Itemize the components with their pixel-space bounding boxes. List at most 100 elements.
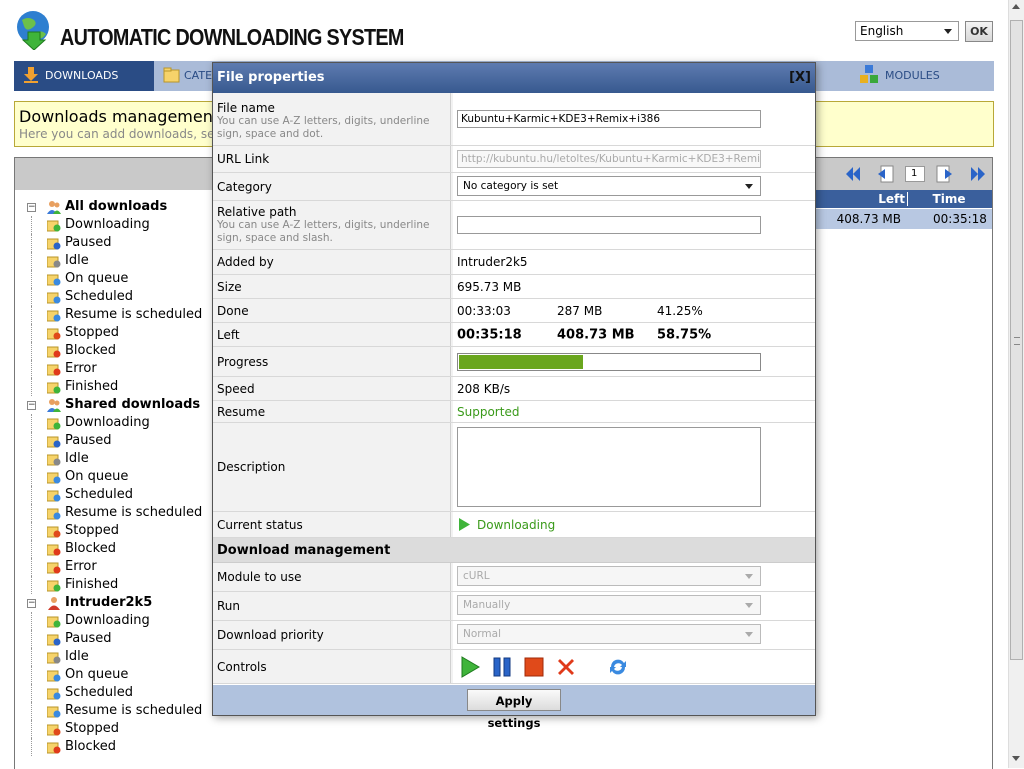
left-row: Left 00:35:18 408.73 MB 58.75% xyxy=(213,323,815,347)
left-amount: 408.73 MB xyxy=(557,327,635,342)
tree-item-label: Stopped xyxy=(65,523,120,538)
delete-icon[interactable] xyxy=(555,656,577,678)
tree-connector xyxy=(31,360,32,378)
added-by-label: Added by xyxy=(217,255,274,269)
done-percent: 41.25% xyxy=(657,303,703,318)
run-select[interactable]: Manually xyxy=(457,595,761,615)
folder-icon xyxy=(163,67,180,83)
language-ok-button[interactable]: OK xyxy=(965,21,993,42)
folder-status-icon xyxy=(47,256,61,268)
scroll-up-arrow-icon[interactable] xyxy=(1012,4,1020,9)
done-label-cell: Done xyxy=(213,299,451,322)
tree-connector xyxy=(31,378,32,396)
tree-item-label: Finished xyxy=(65,379,119,394)
module-select-value: cURL xyxy=(463,570,490,582)
file-name-hint: You can use A-Z letters, digits, underli… xyxy=(217,115,430,140)
relative-path-input[interactable] xyxy=(457,216,761,234)
tree-item-label: Resume is scheduled xyxy=(65,505,203,520)
progress-label-cell: Progress xyxy=(213,347,451,376)
size-value: 695.73 MB xyxy=(457,279,522,294)
tree-connector xyxy=(31,270,32,288)
size-value-cell: 695.73 MB xyxy=(453,275,815,298)
stop-icon[interactable] xyxy=(523,656,545,678)
folder-status-icon xyxy=(47,310,61,322)
next-page-icon[interactable] xyxy=(935,164,955,184)
tree-item-label: On queue xyxy=(65,469,129,484)
last-page-icon[interactable] xyxy=(968,164,988,184)
folder-status-icon xyxy=(47,634,61,646)
dialog-close-button[interactable]: [X] xyxy=(789,70,811,85)
page-scrollbar[interactable] xyxy=(1008,0,1024,768)
folder-status-icon xyxy=(47,724,61,736)
collapse-toggle-icon[interactable]: − xyxy=(27,599,36,608)
scroll-down-arrow-icon[interactable] xyxy=(1012,756,1020,761)
nav-tab-categories[interactable]: CATE xyxy=(159,61,219,91)
page-number-input[interactable]: 1 xyxy=(905,166,925,182)
folder-status-icon xyxy=(47,706,61,718)
download-management-section: Download management xyxy=(213,538,815,563)
apply-settings-button[interactable]: Apply settings xyxy=(467,689,561,730)
file-name-row: File name You can use A-Z letters, digit… xyxy=(213,93,815,146)
done-row: Done 00:33:03 287 MB 41.25% xyxy=(213,299,815,323)
refresh-icon[interactable] xyxy=(607,656,629,678)
chevron-down-icon xyxy=(745,603,753,608)
tree-connector xyxy=(31,522,32,540)
nav-tab-modules[interactable]: MODULES xyxy=(854,61,974,91)
first-page-icon[interactable] xyxy=(843,164,863,184)
folder-status-icon xyxy=(47,688,61,700)
tree-item-label: Blocked xyxy=(65,343,116,358)
grid-col-left[interactable]: Left xyxy=(813,192,905,206)
tree-item-label: On queue xyxy=(65,271,129,286)
tree-item-label: Error xyxy=(65,559,97,574)
start-icon[interactable] xyxy=(459,656,481,678)
dialog-title-bar[interactable]: File properties [X] xyxy=(213,63,815,93)
category-select[interactable]: No category is set xyxy=(457,176,761,196)
chevron-down-icon xyxy=(745,184,753,189)
chevron-down-icon xyxy=(944,29,952,34)
tree-item-label: Blocked xyxy=(65,541,116,556)
run-row: Run Manually xyxy=(213,592,815,621)
file-name-value-cell: Kubuntu+Karmic+KDE3+Remix+i386 xyxy=(453,93,815,145)
done-label: Done xyxy=(217,303,249,318)
table-row[interactable]: 408.73 MB 00:35:18 xyxy=(813,209,992,229)
nav-tab-modules-label: MODULES xyxy=(885,69,940,82)
relative-path-label: Relative path xyxy=(217,205,297,219)
tree-item-label: Downloading xyxy=(65,217,150,232)
collapse-toggle-icon[interactable]: − xyxy=(27,203,36,212)
tree-connector xyxy=(31,414,32,432)
file-name-input[interactable]: Kubuntu+Karmic+KDE3+Remix+i386 xyxy=(457,110,761,128)
tree-connector xyxy=(31,306,32,324)
priority-select[interactable]: Normal xyxy=(457,624,761,644)
file-name-label-cell: File name You can use A-Z letters, digit… xyxy=(213,93,451,145)
run-label-cell: Run xyxy=(213,592,451,620)
progress-row: Progress xyxy=(213,347,815,377)
description-textarea[interactable] xyxy=(457,427,761,507)
speed-value-cell: 208 KB/s xyxy=(453,377,815,400)
tree-item-label: Idle xyxy=(65,253,89,268)
folder-status-icon xyxy=(47,436,61,448)
language-select[interactable]: English xyxy=(855,21,959,41)
previous-page-icon[interactable] xyxy=(875,164,895,184)
tree-connector xyxy=(31,342,32,360)
folder-status-icon xyxy=(47,346,61,358)
tree-connector xyxy=(31,486,32,504)
collapse-toggle-icon[interactable]: − xyxy=(27,401,36,410)
module-select[interactable]: cURL xyxy=(457,566,761,586)
category-select-value: No category is set xyxy=(463,180,559,192)
nav-tab-downloads-label: DOWNLOADS xyxy=(45,69,119,82)
tree-connector xyxy=(31,558,32,576)
folder-status-icon xyxy=(47,670,61,682)
scroll-thumb[interactable] xyxy=(1010,20,1023,660)
nav-tab-downloads[interactable]: DOWNLOADS xyxy=(14,61,154,91)
grid-col-time[interactable]: Time xyxy=(907,192,990,206)
pause-icon[interactable] xyxy=(491,656,513,678)
current-status-value: Downloading xyxy=(477,517,556,532)
url-input[interactable]: http://kubuntu.hu/letoltes/Kubuntu+Karmi… xyxy=(457,150,761,168)
resume-value: Supported xyxy=(457,404,520,419)
tree-item-label: Resume is scheduled xyxy=(65,307,203,322)
user-icon xyxy=(48,597,60,610)
tree-connector xyxy=(31,666,32,684)
tree-item-label: Stopped xyxy=(65,721,120,736)
language-select-value: English xyxy=(860,24,904,38)
folder-status-icon xyxy=(47,454,61,466)
